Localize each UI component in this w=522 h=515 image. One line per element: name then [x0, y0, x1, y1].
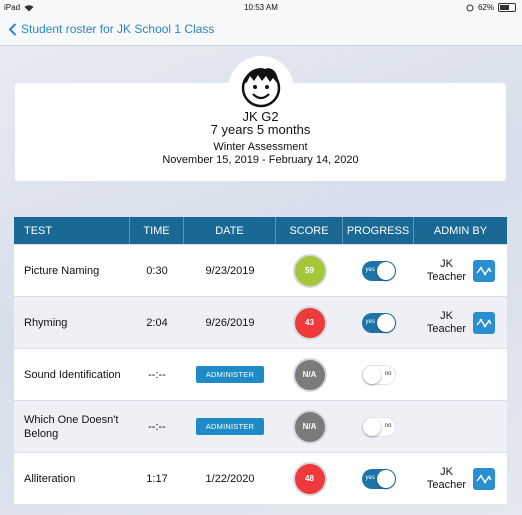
progress-toggle[interactable]: no	[361, 364, 396, 385]
lock-rotation-icon	[466, 4, 474, 11]
score-badge: 48	[292, 461, 327, 496]
test-time: 2:04	[146, 316, 168, 329]
header-test: TEST	[14, 217, 130, 244]
test-time: --:--	[148, 368, 166, 381]
trend-chart-icon	[475, 266, 492, 275]
battery-icon	[498, 3, 516, 12]
test-date: 1/22/2020	[205, 472, 255, 485]
admin-cell: JK Teacher	[427, 310, 495, 336]
status-bar: iPad 10:53 AM 62%	[0, 0, 522, 16]
table-row[interactable]: Picture Naming 0:30 9/23/2019 59 yes JK …	[14, 244, 507, 296]
trend-chart-icon	[475, 474, 492, 483]
score-badge: 59	[292, 253, 327, 288]
test-name: Sound Identification	[24, 368, 121, 381]
header-progress: PROGRESS	[343, 217, 414, 244]
admin-name: JK Teacher	[426, 465, 467, 491]
assessment-name: Winter Assessment	[213, 141, 308, 153]
test-name: Picture Naming	[24, 264, 100, 277]
assessment-table: TEST TIME DATE SCORE PROGRESS ADMIN BY P…	[14, 217, 507, 504]
toggle-label: no	[384, 370, 392, 377]
toggle-label: yes	[365, 318, 375, 325]
table-header: TEST TIME DATE SCORE PROGRESS ADMIN BY	[14, 217, 507, 244]
test-name: Which One Doesn't Belong	[24, 413, 119, 440]
assessment-range: November 15, 2019 - February 14, 2020	[162, 154, 359, 166]
toggle-label: yes	[365, 474, 375, 481]
test-name: Alliteration	[24, 472, 76, 485]
admin-name: JK Teacher	[426, 309, 467, 335]
battery-percent: 62%	[477, 3, 494, 12]
table-row[interactable]: Which One Doesn't Belong --:-- ADMINISTE…	[14, 400, 507, 452]
table-row[interactable]: Rhyming 2:04 9/26/2019 43 yes JK Teacher	[14, 296, 507, 348]
administer-button[interactable]: ADMINISTER	[195, 418, 265, 435]
toggle-knob	[376, 469, 395, 488]
trend-chart-icon	[475, 318, 492, 327]
admin-name: JK Teacher	[426, 257, 467, 283]
progress-toggle[interactable]: no	[361, 416, 396, 437]
back-label: Student roster for JK School 1 Class	[21, 22, 215, 36]
status-right: 62%	[466, 3, 516, 12]
test-name: Rhyming	[24, 316, 68, 329]
progress-toggle[interactable]: yes	[361, 312, 396, 333]
chevron-left-icon	[8, 22, 17, 36]
back-button[interactable]: Student roster for JK School 1 Class	[8, 22, 214, 36]
student-avatar-icon	[241, 68, 281, 108]
header-time: TIME	[130, 217, 184, 244]
score-badge: 43	[292, 305, 327, 340]
admin-cell: JK Teacher	[427, 466, 495, 492]
graph-button[interactable]	[472, 259, 495, 282]
score-badge: N/A	[292, 409, 327, 444]
toggle-knob	[376, 261, 395, 280]
test-time: --:--	[148, 420, 166, 433]
toggle-label: yes	[365, 266, 375, 273]
test-date: 9/23/2019	[205, 264, 255, 277]
score-badge: N/A	[292, 357, 327, 392]
header-admin: ADMIN BY	[433, 224, 488, 237]
administer-button[interactable]: ADMINISTER	[195, 366, 265, 383]
toggle-knob	[376, 313, 395, 332]
progress-toggle[interactable]: yes	[361, 468, 396, 489]
header-score: SCORE	[276, 217, 343, 244]
header-date: DATE	[184, 217, 276, 244]
test-time: 0:30	[146, 264, 168, 277]
progress-toggle[interactable]: yes	[361, 260, 396, 281]
test-date: 9/26/2019	[205, 316, 255, 329]
nav-bar: Student roster for JK School 1 Class	[0, 16, 522, 46]
table-row[interactable]: Sound Identification --:-- ADMINISTER N/…	[14, 348, 507, 400]
table-row[interactable]: Alliteration 1:17 1/22/2020 48 yes JK Te…	[14, 452, 507, 504]
test-time: 1:17	[146, 472, 168, 485]
student-age: 7 years 5 months	[210, 122, 311, 137]
admin-cell: JK Teacher	[427, 258, 495, 284]
status-time: 10:53 AM	[244, 3, 278, 12]
toggle-knob	[362, 417, 381, 436]
graph-button[interactable]	[472, 467, 495, 490]
toggle-knob	[362, 365, 381, 384]
graph-button[interactable]	[472, 311, 495, 334]
toggle-label: no	[384, 422, 392, 429]
